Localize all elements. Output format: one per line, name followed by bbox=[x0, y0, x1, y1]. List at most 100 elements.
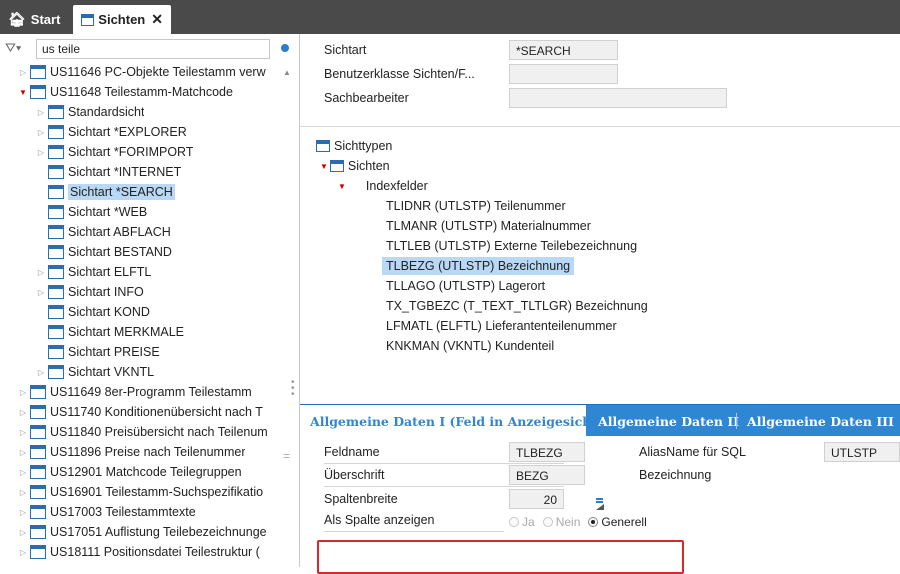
index-field-item[interactable]: TLLAGO (UTLSTP) Lagerort bbox=[386, 276, 545, 296]
text-edit-icon[interactable] bbox=[595, 498, 604, 510]
scroll-up-icon[interactable]: ▲ bbox=[283, 68, 291, 77]
expanded-arrow-icon[interactable]: ▼ bbox=[338, 182, 346, 191]
index-field-item[interactable]: LFMATL (ELFTL) Lieferantenteilenummer bbox=[386, 316, 617, 336]
collapsed-arrow-icon[interactable]: ▷ bbox=[18, 468, 28, 477]
radio-nein[interactable]: Nein bbox=[542, 515, 581, 529]
index-field-label: TLBEZG (UTLSTP) Bezeichnung bbox=[382, 257, 575, 275]
collapsed-arrow-icon[interactable]: ▷ bbox=[36, 268, 46, 277]
als-spalte-label: Als Spalte anzeigen bbox=[324, 513, 435, 527]
tab-allgemeine-daten-2[interactable]: Allgemeine Daten II bbox=[588, 405, 749, 437]
collapsed-arrow-icon[interactable]: ▷ bbox=[36, 128, 46, 137]
index-field-item[interactable]: KNKMAN (VKNTL) Kundenteil bbox=[386, 336, 554, 356]
feldname-field[interactable]: TLBEZG bbox=[509, 442, 585, 462]
collapsed-arrow-icon[interactable]: ▷ bbox=[18, 388, 28, 397]
spaltenbreite-field[interactable]: 20 bbox=[509, 489, 564, 509]
collapsed-arrow-icon[interactable]: ▷ bbox=[18, 68, 28, 77]
tree-node[interactable]: ▷ Sichtart ELFTL bbox=[36, 262, 151, 282]
tree-node[interactable]: ▷ Sichtart *EXPLORER bbox=[36, 122, 187, 142]
tree-node[interactable]: Sichtart *INTERNET bbox=[36, 162, 181, 182]
collapsed-arrow-icon[interactable]: ▷ bbox=[36, 148, 46, 157]
tree-node[interactable]: ▷ US11649 8er-Programm Teilestamm bbox=[18, 382, 252, 402]
divider bbox=[300, 126, 900, 127]
sachbearbeiter-label: Sachbearbeiter bbox=[324, 91, 409, 105]
sichttypen-node[interactable]: Sichttypen bbox=[316, 136, 392, 156]
tree-node-label: Sichtart BESTAND bbox=[68, 245, 172, 259]
collapsed-arrow-icon[interactable]: ▷ bbox=[18, 508, 28, 517]
tree-node[interactable]: Sichtart ABFLACH bbox=[36, 222, 171, 242]
indexfelder-node[interactable]: ▼ Indexfelder bbox=[338, 176, 428, 196]
detail-panel: Allgemeine Daten I (Feld in Anzeigesicht… bbox=[300, 404, 900, 574]
tab-allgemeine-daten-1[interactable]: Allgemeine Daten I (Feld in Anzeigesicht… bbox=[300, 405, 603, 438]
tree-node[interactable]: Sichtart *SEARCH bbox=[36, 182, 175, 202]
radio-circle bbox=[509, 517, 519, 527]
tree-node-label: Sichtart *INTERNET bbox=[68, 165, 182, 179]
collapsed-arrow-icon[interactable]: ▷ bbox=[36, 108, 46, 117]
tree-node[interactable]: ▼ US11648 Teilestamm-Matchcode bbox=[18, 82, 233, 102]
tree-node[interactable]: ▷ US17003 Teilestammtexte bbox=[18, 502, 196, 522]
collapsed-arrow-icon[interactable]: ▷ bbox=[18, 448, 28, 457]
tree-node[interactable]: ▷ US11896 Preise nach Teilenummer bbox=[18, 442, 245, 462]
tree-node[interactable]: Sichtart KOND bbox=[36, 302, 150, 322]
tree-node-label: US11648 Teilestamm-Matchcode bbox=[50, 85, 233, 99]
sichten-node[interactable]: ▼ Sichten bbox=[320, 156, 390, 176]
window-icon bbox=[48, 325, 64, 339]
close-icon[interactable]: ✕ bbox=[151, 11, 163, 28]
sichtart-field[interactable]: *SEARCH bbox=[509, 40, 618, 60]
alias-field[interactable]: UTLSTP bbox=[824, 442, 900, 462]
tree-node[interactable]: ▷ US11646 PC-Objekte Teilestamm verw bbox=[18, 62, 266, 82]
radio-nein-label: Nein bbox=[555, 515, 581, 529]
tree-node[interactable]: ▷ Sichtart VKNTL bbox=[36, 362, 154, 382]
sichttypen-label: Sichttypen bbox=[334, 139, 393, 153]
radio-ja[interactable]: Ja bbox=[509, 515, 535, 529]
collapsed-arrow-icon[interactable]: ▷ bbox=[18, 428, 28, 437]
expanded-arrow-icon[interactable]: ▼ bbox=[18, 88, 28, 97]
filter-input[interactable] bbox=[36, 39, 270, 59]
index-field-label: TLLAGO (UTLSTP) Lagerort bbox=[386, 279, 546, 293]
splitter-handle[interactable]: • • • bbox=[291, 378, 295, 400]
collapsed-arrow-icon[interactable]: ▷ bbox=[18, 528, 28, 537]
tree-node[interactable]: ▷ US18111 Positionsdatei Teilestruktur ( bbox=[18, 542, 260, 562]
tab-sichten[interactable]: Sichten ✕ bbox=[73, 5, 171, 34]
collapsed-arrow-icon[interactable]: ▷ bbox=[36, 368, 46, 377]
index-field-item[interactable]: TLMANR (UTLSTP) Materialnummer bbox=[386, 216, 591, 236]
tree-node[interactable]: Sichtart MERKMALE bbox=[36, 322, 184, 342]
radio-generell[interactable]: Generell bbox=[588, 515, 647, 529]
collapsed-arrow-icon[interactable]: ▷ bbox=[18, 548, 28, 557]
filter-icon[interactable]: ⛛▾ bbox=[5, 40, 31, 56]
tree-node[interactable]: ▷ Sichtart *FORIMPORT bbox=[36, 142, 193, 162]
tree-node[interactable]: ▷ US17051 Auflistung Teilebezeichnunge bbox=[18, 522, 267, 542]
divider bbox=[324, 463, 564, 464]
ueberschrift-field[interactable]: BEZG bbox=[509, 465, 585, 485]
tree-node[interactable]: Sichtart PREISE bbox=[36, 342, 160, 362]
tab-start[interactable]: 🏠︎ Start bbox=[0, 5, 68, 34]
expanded-arrow-icon[interactable]: ▼ bbox=[320, 162, 328, 171]
tab-allgemeine-daten-3[interactable]: Allgemeine Daten III bbox=[737, 405, 900, 437]
sichten-label: Sichten bbox=[347, 159, 390, 173]
tree-node[interactable]: ▷ US11840 Preisübersicht nach Teilenum bbox=[18, 422, 268, 442]
tree-node[interactable]: ▷ US11740 Konditionenübersicht nach T bbox=[18, 402, 263, 422]
index-field-item[interactable]: TLTLEB (UTLSTP) Externe Teilebezeichnung bbox=[386, 236, 637, 256]
tree-node-label: Sichtart *EXPLORER bbox=[68, 125, 187, 139]
index-field-label: TLIDNR (UTLSTP) Teilenummer bbox=[386, 199, 566, 213]
sachbearbeiter-field[interactable] bbox=[509, 88, 727, 108]
index-field-item[interactable]: TX_TGBEZC (T_TEXT_TLTLGR) Bezeichnung bbox=[386, 296, 648, 316]
home-icon: 🏠︎ bbox=[8, 11, 26, 27]
tree-node[interactable]: ▷ US12901 Matchcode Teilegruppen bbox=[18, 462, 242, 482]
index-field-item[interactable]: TLBEZG (UTLSTP) Bezeichnung bbox=[382, 256, 575, 276]
collapsed-arrow-icon[interactable]: ▷ bbox=[36, 288, 46, 297]
tree-node-label: US11649 8er-Programm Teilestamm bbox=[50, 385, 252, 399]
radio-ja-label: Ja bbox=[522, 515, 535, 529]
window-icon bbox=[48, 305, 64, 319]
resize-handle-icon[interactable]: = bbox=[283, 449, 290, 463]
tree-node[interactable]: ▷ US16901 Teilestamm-Suchspezifikatio bbox=[18, 482, 263, 502]
window-icon bbox=[48, 245, 64, 259]
index-field-item[interactable]: TLIDNR (UTLSTP) Teilenummer bbox=[386, 196, 566, 216]
collapsed-arrow-icon[interactable]: ▷ bbox=[18, 408, 28, 417]
tree-node[interactable]: Sichtart BESTAND bbox=[36, 242, 172, 262]
tree-node[interactable]: ▷ Standardsicht bbox=[36, 102, 144, 122]
benutzerklasse-field[interactable] bbox=[509, 64, 618, 84]
tree-node[interactable]: Sichtart *WEB bbox=[36, 202, 147, 222]
tree-node[interactable]: ▷ Sichtart INFO bbox=[36, 282, 144, 302]
tree-node-label: US11740 Konditionenübersicht nach T bbox=[50, 405, 263, 419]
collapsed-arrow-icon[interactable]: ▷ bbox=[18, 488, 28, 497]
